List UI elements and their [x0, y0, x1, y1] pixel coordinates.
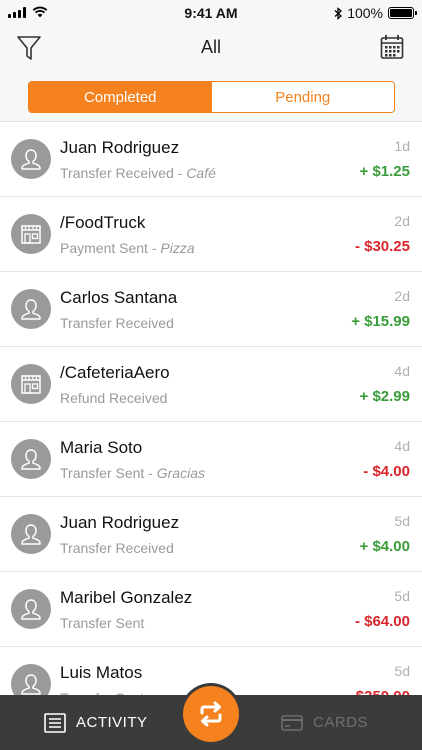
person-icon — [21, 449, 41, 470]
transaction-amount: - $4.00 — [363, 463, 410, 480]
battery-percent: 100% — [347, 5, 383, 21]
transaction-date: 2d — [394, 213, 410, 229]
note-separator: - — [144, 465, 157, 481]
transaction-description: Payment Sent - Pizza — [60, 240, 195, 256]
page-title: All — [200, 37, 221, 57]
transaction-row[interactable]: Juan Rodriguez Transfer Received 5d + $4.00 — [0, 497, 422, 572]
transaction-description: Transfer Received - Café — [60, 165, 216, 181]
tab-cards[interactable]: CARDS — [281, 695, 368, 750]
activity-list-icon — [44, 712, 66, 733]
transaction-name: Maria Soto — [60, 438, 143, 457]
person-icon — [21, 524, 41, 545]
status-right: 100% — [334, 5, 417, 21]
person-icon — [21, 674, 41, 695]
transaction-date: 2d — [394, 288, 410, 304]
tab-activity[interactable]: ACTIVITY — [44, 695, 148, 750]
person-avatar — [11, 514, 51, 554]
transaction-name: Carlos Santana — [60, 288, 178, 307]
tab-activity-label: ACTIVITY — [76, 714, 148, 731]
transaction-date: 4d — [394, 438, 410, 454]
transaction-amount: - $64.00 — [354, 613, 410, 630]
transaction-row[interactable]: /CafeteriaAero Refund Received 4d + $2.99 — [0, 347, 422, 422]
transaction-name: Juan Rodriguez — [60, 513, 180, 532]
status-segmented-control: Completed Pending — [28, 81, 395, 113]
person-avatar — [11, 439, 51, 479]
transaction-row[interactable]: Maria Soto Transfer Sent - Gracias 4d - $4.… — [0, 422, 422, 497]
merchant-avatar — [11, 214, 51, 254]
exchange-icon — [200, 701, 222, 727]
transaction-row[interactable]: Maribel Gonzalez Transfer Sent 5d - $64.00 — [0, 572, 422, 647]
transaction-type: Refund Received — [60, 390, 168, 406]
transaction-name: Juan Rodriguez — [60, 138, 180, 157]
person-icon — [21, 599, 41, 620]
person-avatar — [11, 664, 51, 695]
person-avatar — [11, 139, 51, 179]
transaction-date: 5d — [394, 588, 410, 604]
transaction-amount: + $15.99 — [351, 313, 410, 330]
merchant-avatar — [11, 364, 51, 404]
transaction-description: Transfer Sent — [60, 615, 144, 631]
transaction-amount: - $350.00 — [347, 688, 410, 695]
transaction-list[interactable]: Juan Rodriguez Transfer Received - Café 1d… — [0, 122, 422, 695]
transaction-row[interactable]: Juan Rodriguez Transfer Received - Café 1d… — [0, 122, 422, 197]
transaction-name: Maribel Gonzalez — [60, 588, 193, 607]
transaction-description: Refund Received — [60, 390, 167, 406]
transaction-date: 5d — [394, 663, 410, 679]
transaction-date: 1d — [394, 138, 410, 154]
nav-bar: All — [0, 26, 422, 70]
transaction-type: Transfer Sent — [60, 465, 145, 481]
segment-container: Completed Pending — [0, 70, 422, 122]
segment-pending[interactable]: Pending — [211, 82, 394, 112]
note-separator: - — [173, 165, 187, 181]
transaction-description: Transfer Received — [60, 540, 174, 556]
status-bar: 9:41 AM 100% — [0, 0, 422, 26]
transaction-type: Transfer Received — [60, 165, 174, 181]
transaction-amount: + $4.00 — [359, 538, 410, 555]
note-separator: - — [147, 240, 161, 256]
transaction-date: 5d — [394, 513, 410, 529]
transaction-note: Café — [186, 165, 216, 181]
person-avatar — [11, 289, 51, 329]
tab-cards-label: CARDS — [313, 714, 369, 731]
transaction-amount: - $30.25 — [354, 238, 410, 255]
store-icon — [21, 375, 41, 394]
transfer-button[interactable] — [183, 686, 239, 742]
person-avatar — [11, 589, 51, 629]
transaction-type: Transfer Received — [60, 315, 174, 331]
transaction-type: Payment Sent — [60, 240, 148, 256]
card-icon — [281, 714, 303, 731]
transaction-note: Gracias — [156, 465, 205, 481]
person-icon — [21, 299, 41, 320]
transaction-name: /FoodTruck — [60, 213, 146, 232]
bluetooth-icon — [334, 6, 343, 20]
segment-completed[interactable]: Completed — [29, 82, 212, 112]
transaction-description: Transfer Received — [60, 315, 174, 331]
transaction-note: Pizza — [160, 240, 195, 256]
transaction-date: 4d — [394, 363, 410, 379]
transaction-name: /CafeteriaAero — [60, 363, 170, 382]
transaction-name: Luis Matos — [60, 663, 143, 682]
transaction-type: Transfer Sent — [60, 615, 145, 631]
person-icon — [21, 149, 41, 170]
transaction-description: Transfer Sent - Gracias — [60, 465, 205, 481]
transaction-row[interactable]: /FoodTruck Payment Sent - Pizza 2d - $30.25 — [0, 197, 422, 272]
transaction-row[interactable]: Carlos Santana Transfer Received 2d + $15.9… — [0, 272, 422, 347]
battery-icon — [388, 7, 417, 19]
transaction-amount: + $2.99 — [359, 388, 410, 405]
transaction-amount: + $1.25 — [359, 163, 410, 180]
transaction-type: Transfer Received — [60, 540, 174, 556]
store-icon — [21, 225, 41, 244]
calendar-icon[interactable] — [380, 34, 404, 60]
